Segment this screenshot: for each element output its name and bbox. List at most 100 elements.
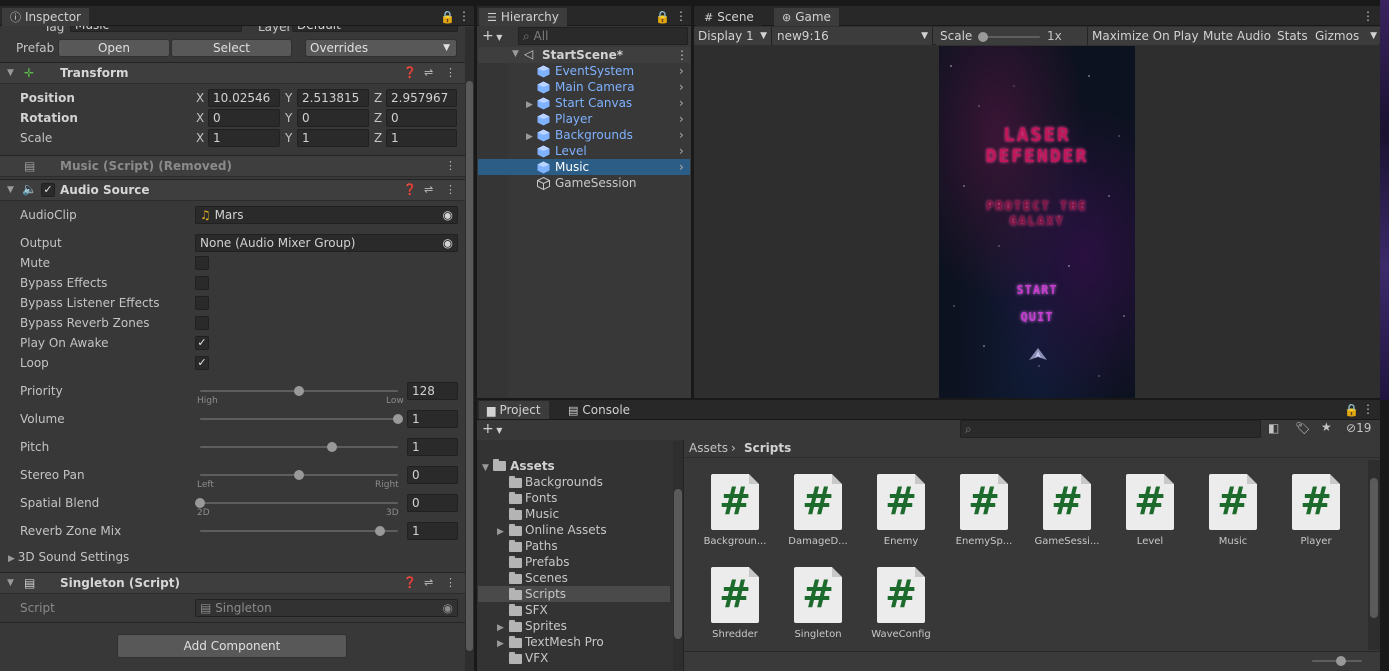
preset-icon[interactable]: ⇌ (424, 183, 433, 196)
object-picker-icon[interactable]: ◉ (443, 207, 453, 223)
grid-scroll-thumb[interactable] (1370, 478, 1378, 618)
tree-folder-music[interactable]: Music (478, 506, 670, 522)
breadcrumb-assets[interactable]: Assets (689, 441, 728, 455)
aspect-dropdown[interactable]: new9:16 ▼ (773, 27, 933, 45)
add-component-button[interactable]: Add Component (117, 634, 347, 658)
tree-assets-root[interactable]: ▼ Assets (478, 458, 670, 474)
breadcrumb-scripts[interactable]: Scripts (744, 441, 791, 455)
toggle-checkbox[interactable] (195, 316, 209, 330)
rotation-x-field[interactable]: 0 (208, 109, 280, 127)
hidden-packages-toggle[interactable]: ⊘19 (1346, 421, 1371, 435)
position-x-field[interactable]: 10.02546 (208, 89, 280, 107)
asset-script-2[interactable]: # Enemy (861, 474, 941, 547)
help-icon[interactable]: ❓ (403, 576, 417, 589)
slider-knob[interactable] (195, 498, 205, 508)
removed-menu-icon[interactable]: ⋮ (445, 159, 456, 172)
slider-value-field[interactable]: 0 (407, 494, 458, 512)
hierarchy-item-music[interactable]: Music › (478, 159, 690, 175)
singleton-header[interactable]: ▼ ▤ Singleton (Script) ❓ ⇌ ⋮ (0, 572, 465, 594)
project-more-icon[interactable]: ⋮ (1362, 402, 1374, 416)
tab-project[interactable]: ▆ Project (479, 401, 549, 419)
asset-script-1[interactable]: # DamageD... (778, 474, 858, 547)
audio-source-enabled-checkbox[interactable]: ✓ (41, 183, 55, 197)
preset-icon[interactable]: ⇌ (424, 576, 433, 589)
toggle-checkbox[interactable] (195, 256, 209, 270)
transform-header[interactable]: ▼ ✛ Transform ❓ ⇌ ⋮ (0, 62, 465, 84)
hierarchy-item-gamesession[interactable]: GameSession (478, 175, 690, 191)
tree-folder-sfx[interactable]: SFX (478, 602, 670, 618)
slider-value-field[interactable]: 128 (407, 382, 458, 400)
scale-z-field[interactable]: 1 (386, 129, 457, 147)
tree-folder-scripts[interactable]: Scripts (478, 586, 670, 602)
slider-track[interactable] (200, 530, 398, 532)
prefab-select-button[interactable]: Select (171, 39, 292, 57)
tab-console[interactable]: ▤ Console (560, 401, 639, 419)
hierarchy-lock-icon[interactable]: 🔒 (655, 10, 670, 24)
tab-game[interactable]: ⊛ Game (774, 8, 839, 26)
stats-toggle[interactable]: Stats (1273, 27, 1313, 45)
prefab-open-button[interactable]: Open (58, 39, 170, 57)
tab-inspector-front[interactable]: ⓘ Inspector (2, 8, 89, 26)
tree-folder-paths[interactable]: Paths (478, 538, 670, 554)
project-add-button[interactable]: + ▼ (482, 421, 502, 437)
chevron-right-icon[interactable]: › (679, 79, 684, 95)
game-start-button[interactable]: START (939, 283, 1135, 297)
chevron-right-icon[interactable]: › (679, 111, 684, 127)
slider-track[interactable] (200, 502, 398, 504)
tree-scroll-thumb[interactable] (674, 489, 682, 639)
asset-script-6[interactable]: # Music (1193, 474, 1273, 547)
chevron-right-icon[interactable]: › (679, 63, 684, 79)
mute-audio-toggle[interactable]: Mute Audio (1199, 27, 1276, 45)
game-more-icon[interactable]: ⋮ (1362, 9, 1374, 23)
slider-knob[interactable] (393, 414, 403, 424)
project-search-input[interactable]: ⌕ (960, 420, 1261, 438)
asset-script-10[interactable]: # WaveConfig (861, 567, 941, 640)
hierarchy-item-start-canvas[interactable]: ▶ Start Canvas › (478, 95, 690, 111)
slider-value-field[interactable]: 1 (407, 438, 458, 456)
project-lock-icon[interactable]: 🔒 (1344, 403, 1359, 417)
tree-folder-scenes[interactable]: Scenes (478, 570, 670, 586)
toggle-checkbox[interactable]: ✓ (195, 336, 209, 350)
scale-x-field[interactable]: 1 (208, 129, 280, 147)
audio-source-header[interactable]: ▼ 🔈 ✓ Audio Source ❓ ⇌ ⋮ (0, 179, 465, 201)
tree-folder-online-assets[interactable]: ▶ Online Assets (478, 522, 670, 538)
hierarchy-more-icon[interactable]: ⋮ (675, 9, 687, 23)
scale-slider-track[interactable] (982, 36, 1040, 38)
inspector-lock-icon[interactable]: 🔒 (440, 10, 455, 24)
grid-scrollbar[interactable] (1368, 460, 1380, 650)
hierarchy-item-eventsystem[interactable]: EventSystem › (478, 63, 690, 79)
removed-script-header[interactable]: ▤ Music (Script) (Removed) ⋮ (0, 155, 465, 177)
asset-script-7[interactable]: # Player (1276, 474, 1356, 547)
tab-scene[interactable]: # Scene (696, 8, 762, 26)
tree-folder-fonts[interactable]: Fonts (478, 490, 670, 506)
sound-settings-foldout[interactable]: ▶ 3D Sound Settings (8, 549, 129, 567)
hierarchy-add-button[interactable]: + ▼ (482, 28, 502, 44)
slider-knob[interactable] (294, 470, 304, 480)
slider-knob[interactable] (375, 526, 385, 536)
component-menu-icon[interactable]: ⋮ (445, 66, 456, 79)
asset-script-4[interactable]: # GameSessi... (1027, 474, 1107, 547)
tree-folder-sprites[interactable]: ▶ Sprites (478, 618, 670, 634)
chevron-right-icon[interactable]: › (679, 143, 684, 159)
tree-folder-vfx[interactable]: VFX (478, 650, 670, 666)
toggle-checkbox[interactable]: ✓ (195, 356, 209, 370)
chevron-right-icon[interactable]: › (679, 95, 684, 111)
component-menu-icon[interactable]: ⋮ (445, 183, 456, 196)
scale-slider-knob[interactable] (978, 32, 988, 42)
slider-value-field[interactable]: 1 (407, 522, 458, 540)
position-y-field[interactable]: 2.513815 (297, 89, 369, 107)
chevron-right-icon[interactable]: › (679, 159, 684, 175)
slider-value-field[interactable]: 0 (407, 466, 458, 484)
hierarchy-item-backgrounds[interactable]: ▶ Backgrounds › (478, 127, 690, 143)
asset-script-5[interactable]: # Level (1110, 474, 1190, 547)
expand-arrow-icon[interactable]: ▼ (7, 578, 14, 588)
expand-arrow-icon[interactable]: ▼ (7, 68, 14, 78)
hierarchy-search-input[interactable]: ⌕ All (518, 27, 688, 45)
component-menu-icon[interactable]: ⋮ (445, 576, 456, 589)
tree-folder-textmesh-pro[interactable]: ▶ TextMesh Pro (478, 634, 670, 650)
slider-knob[interactable] (294, 386, 304, 396)
position-z-field[interactable]: 2.957967 (386, 89, 457, 107)
rotation-z-field[interactable]: 0 (386, 109, 457, 127)
asset-script-9[interactable]: # Singleton (778, 567, 858, 640)
toggle-checkbox[interactable] (195, 296, 209, 310)
